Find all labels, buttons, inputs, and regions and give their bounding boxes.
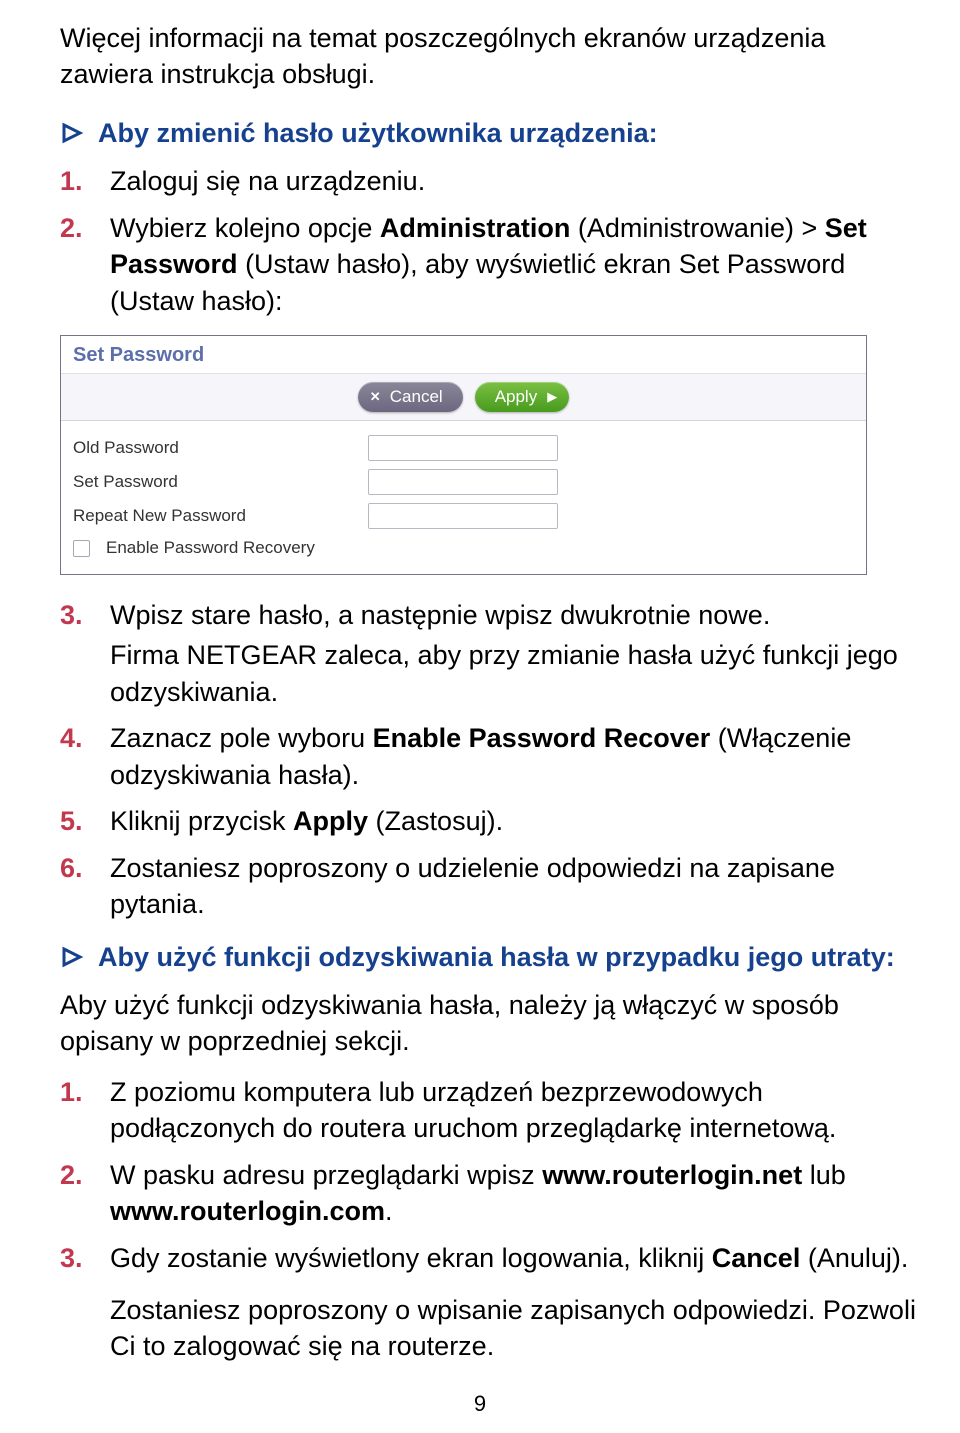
ordered-list-1: 1. Zaloguj się na urządzeniu. 2. Wybierz…: [60, 163, 920, 319]
bold-term-apply: Apply: [293, 806, 368, 836]
list-item: 5. Kliknij przycisk Apply (Zastosuj).: [60, 803, 920, 839]
text-segment: Gdy zostanie wyświetlony ekran logowania…: [110, 1243, 712, 1273]
text-segment: (Zastosuj).: [368, 806, 503, 836]
cancel-button-label: Cancel: [390, 386, 443, 409]
input-set-password[interactable]: [368, 469, 558, 495]
list-item-body: Zaznacz pole wyboru Enable Password Reco…: [110, 720, 920, 793]
section2-intro-paragraph: Aby użyć funkcji odzyskiwania hasła, nal…: [60, 987, 920, 1060]
apply-button[interactable]: Apply ▶: [475, 382, 570, 412]
list-item-body: W pasku adresu przeglądarki wpisz www.ro…: [110, 1157, 920, 1230]
list-item-body: Z poziomu komputera lub urządzeń bezprze…: [110, 1074, 920, 1147]
text-segment: (Anuluj).: [800, 1243, 908, 1273]
section-heading-2-text: Aby użyć funkcji odzyskiwania hasła w pr…: [98, 939, 895, 975]
bold-term-enable-recover: Enable Password Recover: [373, 723, 711, 753]
arrow-right-icon: [60, 939, 84, 969]
text-segment: Wybierz kolejno opcje: [110, 213, 380, 243]
section-heading-1: Aby zmienić hasło użytkownika urządzenia…: [60, 115, 920, 151]
section-heading-1-text: Aby zmienić hasło użytkownika urządzenia…: [98, 115, 658, 151]
label-repeat-password: Repeat New Password: [73, 505, 358, 528]
text-segment: lub: [802, 1160, 846, 1190]
intro-paragraph: Więcej informacji na temat poszczególnyc…: [60, 20, 920, 93]
list-item: 3. Wpisz stare hasło, a następnie wpisz …: [60, 597, 920, 710]
list-number: 1.: [60, 163, 94, 199]
page-number: 9: [0, 1389, 960, 1419]
panel-title: Set Password: [61, 336, 866, 373]
text-segment: W pasku adresu przeglądarki wpisz: [110, 1160, 542, 1190]
field-row-old-password: Old Password: [73, 435, 854, 461]
list-item-body: Kliknij przycisk Apply (Zastosuj).: [110, 803, 920, 839]
list-item-body: Gdy zostanie wyświetlony ekran logowania…: [110, 1240, 920, 1276]
list-number: 6.: [60, 850, 94, 886]
label-set-password: Set Password: [73, 471, 358, 494]
bold-term-cancel: Cancel: [712, 1243, 801, 1273]
label-old-password: Old Password: [73, 437, 358, 460]
list-item: 1. Zaloguj się na urządzeniu.: [60, 163, 920, 199]
cancel-button[interactable]: ✕ Cancel: [358, 382, 463, 412]
checkbox-enable-recovery[interactable]: [73, 540, 90, 557]
bold-url-routerlogin-net: www.routerlogin.net: [542, 1160, 802, 1190]
list-item-body: Wybierz kolejno opcje Administration (Ad…: [110, 210, 920, 319]
text-segment: Zaznacz pole wyboru: [110, 723, 373, 753]
panel-action-bar: ✕ Cancel Apply ▶: [61, 374, 866, 421]
list-item: 1. Z poziomu komputera lub urządzeń bezp…: [60, 1074, 920, 1147]
ordered-list-2: 1. Z poziomu komputera lub urządzeń bezp…: [60, 1074, 920, 1276]
document-page: Więcej informacji na temat poszczególnyc…: [0, 0, 960, 1433]
arrow-right-icon: [60, 115, 84, 145]
apply-button-label: Apply: [495, 386, 538, 409]
close-icon: ✕: [370, 388, 381, 406]
field-row-set-password: Set Password: [73, 469, 854, 495]
list-item: 2. W pasku adresu przeglądarki wpisz www…: [60, 1157, 920, 1230]
list-number: 1.: [60, 1074, 94, 1110]
list-number: 3.: [60, 597, 94, 633]
text-segment: Wpisz stare hasło, a następnie wpisz dwu…: [110, 597, 920, 633]
field-row-repeat-password: Repeat New Password: [73, 503, 854, 529]
list-number: 3.: [60, 1240, 94, 1276]
list-number: 5.: [60, 803, 94, 839]
list-item-subtext: Firma NETGEAR zaleca, aby przy zmianie h…: [110, 637, 920, 710]
section2-tail-paragraph: Zostaniesz poproszony o wpisanie zapisan…: [110, 1292, 920, 1365]
bold-term-administration: Administration: [380, 213, 571, 243]
label-enable-recovery: Enable Password Recovery: [106, 537, 315, 560]
text-segment: (Administrowanie) >: [570, 213, 824, 243]
list-number: 2.: [60, 210, 94, 246]
section-heading-2: Aby użyć funkcji odzyskiwania hasła w pr…: [60, 939, 920, 975]
list-item: 6. Zostaniesz poproszony o udzielenie od…: [60, 850, 920, 923]
ordered-list-1b: 3. Wpisz stare hasło, a następnie wpisz …: [60, 597, 920, 923]
field-row-enable-recovery: Enable Password Recovery: [73, 537, 854, 560]
set-password-screenshot: Set Password ✕ Cancel Apply ▶ Old Passwo…: [60, 335, 867, 575]
input-old-password[interactable]: [368, 435, 558, 461]
panel-fields: Old Password Set Password Repeat New Pas…: [61, 421, 866, 574]
chevron-right-icon: ▶: [547, 388, 557, 406]
text-segment: Kliknij przycisk: [110, 806, 293, 836]
list-number: 2.: [60, 1157, 94, 1193]
list-item-body: Zostaniesz poproszony o udzielenie odpow…: [110, 850, 920, 923]
list-item-body: Wpisz stare hasło, a następnie wpisz dwu…: [110, 597, 920, 710]
text-segment: .: [385, 1196, 393, 1226]
bold-url-routerlogin-com: www.routerlogin.com: [110, 1196, 385, 1226]
list-item-body: Zaloguj się na urządzeniu.: [110, 163, 920, 199]
list-item: 4. Zaznacz pole wyboru Enable Password R…: [60, 720, 920, 793]
list-number: 4.: [60, 720, 94, 756]
list-item: 3. Gdy zostanie wyświetlony ekran logowa…: [60, 1240, 920, 1276]
input-repeat-password[interactable]: [368, 503, 558, 529]
list-item: 2. Wybierz kolejno opcje Administration …: [60, 210, 920, 319]
